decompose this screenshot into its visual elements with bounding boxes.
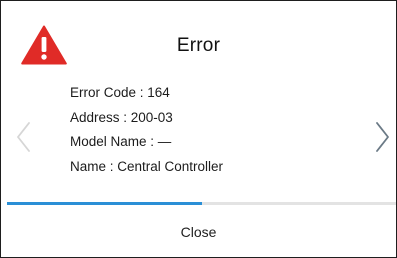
page-progress-fill [7, 202, 202, 205]
page-progress-track [7, 202, 396, 205]
error-dialog: Error Error Code : 164 Address : 200-03 … [0, 0, 397, 258]
error-code-row: Error Code : 164 [70, 85, 170, 100]
name-row: Name : Central Controller [70, 158, 224, 174]
close-button[interactable]: Close [1, 206, 396, 257]
chevron-left-icon[interactable] [13, 119, 35, 155]
model-name-row: Model Name : — [70, 134, 172, 149]
address-row: Address : 200-03 [70, 109, 173, 125]
error-details: Error Code : 164 Address : 200-03 Model … [70, 81, 223, 179]
dialog-title: Error [176, 35, 221, 56]
chevron-right-icon[interactable] [371, 119, 393, 155]
